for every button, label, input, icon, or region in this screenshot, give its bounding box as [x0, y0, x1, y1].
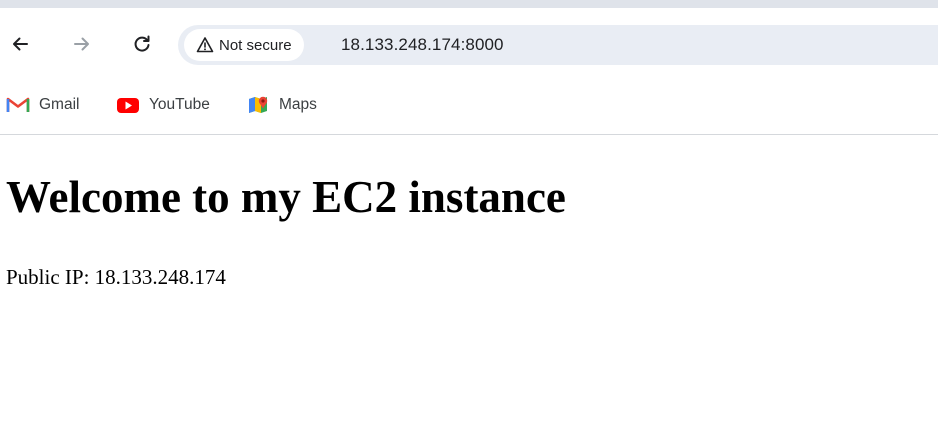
arrow-right-icon [74, 37, 89, 51]
public-ip-text: Public IP: 18.133.248.174 [6, 265, 226, 289]
warning-triangle-icon [196, 36, 214, 54]
youtube-icon [116, 95, 140, 115]
bookmark-maps[interactable]: Maps [246, 94, 317, 116]
bookmark-label: Maps [279, 96, 317, 113]
page-content: Welcome to my EC2 instance Public IP: 18… [0, 135, 938, 426]
address-bar[interactable]: Not secure 18.133.248.174:8000 [178, 25, 938, 65]
back-button[interactable] [6, 30, 34, 58]
security-label: Not secure [219, 36, 292, 54]
gmail-icon [6, 95, 30, 115]
bookmark-label: YouTube [149, 96, 210, 113]
maps-icon [246, 95, 270, 115]
forward-button[interactable] [68, 30, 96, 58]
security-indicator-button[interactable]: Not secure [184, 29, 304, 61]
reload-icon [134, 35, 150, 52]
url-text[interactable]: 18.133.248.174:8000 [341, 35, 504, 55]
arrow-left-icon [13, 37, 28, 51]
window-top-strip [0, 0, 938, 8]
page-title: Welcome to my EC2 instance [6, 172, 566, 222]
bookmark-label: Gmail [39, 96, 80, 113]
bookmark-gmail[interactable]: Gmail [6, 94, 79, 116]
bookmark-youtube[interactable]: YouTube [116, 94, 210, 116]
reload-button[interactable] [128, 30, 156, 58]
bookmarks-bar: Gmail YouTube Maps [0, 84, 938, 128]
browser-toolbar: Not secure 18.133.248.174:8000 [0, 8, 938, 84]
